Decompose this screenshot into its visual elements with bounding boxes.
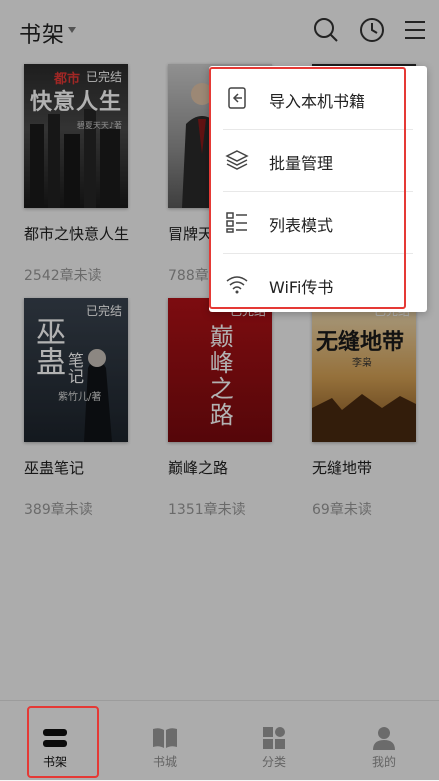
menu-highlight-box: [209, 67, 406, 309]
tab-highlight-box: [27, 706, 99, 778]
app-screen: 书架 都市 已完结 快意人生 碧夏天天♪著 都市之快意人生 2542章未读 冒牌…: [0, 0, 439, 781]
